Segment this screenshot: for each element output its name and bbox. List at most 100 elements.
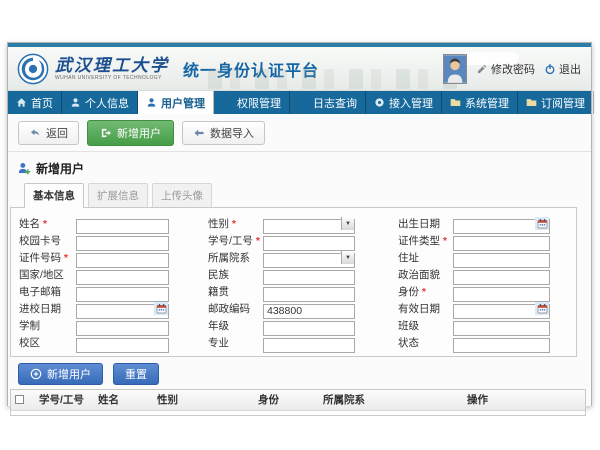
university-name-en: WUHAN UNIVERSITY OF TECHNOLOGY: [55, 75, 169, 81]
reset-button[interactable]: 重置: [113, 363, 159, 385]
field-label: 籍贯: [208, 284, 263, 299]
field-input-wrap: [453, 267, 550, 282]
power-icon: [544, 63, 556, 75]
field-input-campus[interactable]: [76, 338, 169, 353]
field-input-class[interactable]: [453, 321, 550, 336]
field-input-wrap: ▼: [263, 250, 355, 265]
main-content: 返回 新增用户 数据导入 新增用户: [8, 114, 591, 406]
submit-add-user-label: 新增用户: [47, 366, 91, 382]
field-input-id-number[interactable]: [76, 253, 169, 268]
add-user-section-icon: [18, 162, 31, 175]
add-user-toolbar-label: 新增用户: [117, 125, 161, 141]
field-label: 专业: [208, 335, 263, 350]
plus-circle-icon: [30, 368, 42, 380]
form-field-address: 住址: [398, 250, 550, 265]
add-user-icon: [100, 127, 112, 139]
form-field-postal-code: 邮政编码: [208, 301, 355, 316]
calendar-icon[interactable]: [535, 302, 549, 315]
nav-item-label: 个人信息: [85, 95, 129, 111]
field-input-wrap: [76, 267, 169, 282]
column-header: 所属院系: [319, 390, 463, 410]
form-tabs: 基本信息扩展信息上传头像: [24, 183, 591, 207]
form-field-ethnicity: 民族: [208, 267, 355, 282]
folder-icon: [526, 97, 537, 108]
calendar-icon[interactable]: [154, 302, 168, 315]
field-label: 所属院系: [208, 250, 263, 265]
tab-extended-info[interactable]: 扩展信息: [88, 183, 148, 207]
user-form: 姓名 *校园卡号证件号码 *国家/地区电子邮箱进校日期学制校区性别 *▼学号/工…: [11, 216, 576, 350]
calendar-icon[interactable]: [535, 217, 549, 230]
select-all-checkbox[interactable]: [15, 395, 24, 404]
nav-item-label: 权限管理: [237, 95, 281, 111]
change-password-label: 修改密码: [491, 61, 535, 77]
dropdown-arrow-icon[interactable]: ▼: [341, 217, 354, 230]
field-input-identity[interactable]: [453, 287, 550, 302]
import-arrow-icon: [193, 127, 205, 139]
field-input-wrap: [453, 335, 550, 350]
nav-item-profile[interactable]: 个人信息: [62, 91, 138, 114]
back-arrow-icon: [29, 127, 41, 139]
field-input-wrap: [453, 216, 550, 231]
form-field-department: 所属院系 ▼: [208, 250, 355, 265]
field-label: 姓名 *: [19, 216, 76, 231]
field-input-wrap: [76, 216, 169, 231]
field-label: 证件号码 *: [19, 250, 76, 265]
field-input-wrap: [263, 301, 355, 316]
form-field-gender: 性别 * ▼: [208, 216, 355, 231]
form-field-political-status: 政治面貌: [398, 267, 550, 282]
nav-item-label: 日志查询: [313, 95, 357, 111]
field-input-student-id[interactable]: [263, 236, 355, 251]
nav-item-subscription-management[interactable]: 订阅管理: [518, 91, 594, 114]
field-input-address[interactable]: [453, 253, 550, 268]
form-actions: 新增用户 重置: [8, 357, 591, 389]
tab-upload-avatar[interactable]: 上传头像: [152, 183, 212, 207]
logout-link[interactable]: 退出: [544, 61, 581, 77]
nav-item-label: 订阅管理: [541, 95, 585, 111]
nav-item-log-query[interactable]: 日志查询: [290, 91, 366, 114]
form-field-identity: 身份 *: [398, 284, 550, 299]
field-input-schooling-length[interactable]: [76, 321, 169, 336]
submit-add-user-button[interactable]: 新增用户: [18, 363, 103, 385]
field-input-email[interactable]: [76, 287, 169, 302]
field-input-major[interactable]: [263, 338, 355, 353]
nav-item-permission-management[interactable]: 权限管理: [214, 91, 290, 114]
field-label: 校区: [19, 335, 76, 350]
field-input-id-type[interactable]: [453, 236, 550, 251]
field-input-ethnicity[interactable]: [263, 270, 355, 285]
user-avatar: [443, 54, 467, 84]
nav-item-label: 接入管理: [389, 95, 433, 111]
back-button[interactable]: 返回: [18, 121, 79, 145]
dropdown-arrow-icon[interactable]: ▼: [341, 251, 354, 264]
field-input-status[interactable]: [453, 338, 550, 353]
field-input-wrap: [453, 301, 550, 316]
field-input-political-status[interactable]: [453, 270, 550, 285]
field-input-country-region[interactable]: [76, 270, 169, 285]
field-input-name[interactable]: [76, 219, 169, 234]
tab-basic-info[interactable]: 基本信息: [24, 183, 84, 208]
add-user-toolbar-button[interactable]: 新增用户: [87, 120, 174, 146]
field-input-wrap: [263, 318, 355, 333]
form-field-campus-card-number: 校园卡号: [19, 233, 169, 248]
nav-item-user-management[interactable]: 用户管理: [138, 91, 214, 114]
field-input-wrap: [76, 250, 169, 265]
required-asterisk: *: [440, 235, 447, 247]
nav-item-access-management[interactable]: 接入管理: [366, 91, 442, 114]
field-input-native-place[interactable]: [263, 287, 355, 302]
form-field-entry-date: 进校日期: [19, 301, 169, 316]
form-field-class: 班级: [398, 318, 550, 333]
field-label: 性别 *: [208, 216, 263, 231]
field-input-grade[interactable]: [263, 321, 355, 336]
field-label: 年级: [208, 318, 263, 333]
data-import-button[interactable]: 数据导入: [182, 121, 265, 145]
column-header: 身份: [254, 390, 319, 410]
field-input-campus-card-number[interactable]: [76, 236, 169, 251]
field-label: 证件类型 *: [398, 233, 453, 248]
nav-item-home[interactable]: 首页: [8, 91, 62, 114]
form-field-campus: 校区: [19, 335, 169, 350]
field-input-wrap: [453, 233, 550, 248]
field-input-postal-code[interactable]: [263, 304, 355, 319]
reset-button-label: 重置: [125, 366, 147, 382]
change-password-link[interactable]: 修改密码: [476, 61, 535, 77]
field-label: 状态: [398, 335, 453, 350]
nav-item-system-management[interactable]: 系统管理: [442, 91, 518, 114]
